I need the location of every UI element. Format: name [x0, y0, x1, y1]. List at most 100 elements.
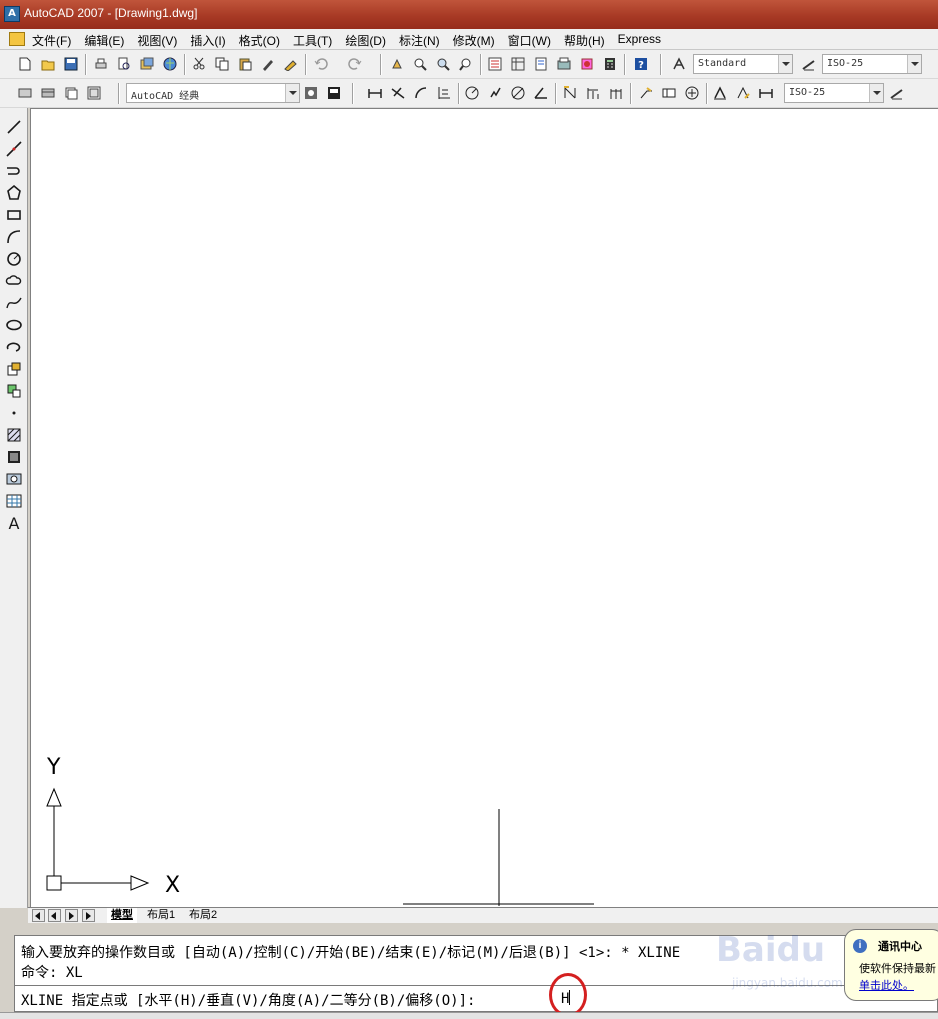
- dimension-text-edit-icon[interactable]: [734, 84, 752, 102]
- quick-dimension-icon[interactable]: [561, 84, 579, 102]
- workspace-settings-icon[interactable]: [302, 84, 320, 102]
- zoom-realtime-icon[interactable]: [411, 55, 429, 73]
- communication-center-balloon[interactable]: i 通讯中心 使软件保持最新 单击此处。: [844, 929, 938, 1001]
- polyline-icon[interactable]: [5, 162, 23, 180]
- copy-icon[interactable]: [213, 55, 231, 73]
- zoom-window-icon[interactable]: [434, 55, 452, 73]
- tool-palettes-icon[interactable]: [532, 55, 550, 73]
- markup-set-icon[interactable]: [578, 55, 596, 73]
- menu-window[interactable]: 窗口(W): [508, 32, 558, 49]
- undo-icon[interactable]: [312, 55, 330, 73]
- insert-block-icon[interactable]: [5, 360, 23, 378]
- menu-help[interactable]: 帮助(H): [564, 32, 612, 49]
- region-icon[interactable]: [5, 470, 23, 488]
- gradient-icon[interactable]: [5, 448, 23, 466]
- construction-line-icon[interactable]: [5, 140, 23, 158]
- spline-icon[interactable]: [5, 294, 23, 312]
- quick-leader-icon[interactable]: [637, 84, 655, 102]
- ellipse-icon[interactable]: [5, 316, 23, 334]
- chevron-down-icon[interactable]: [907, 55, 921, 73]
- next-tab-icon[interactable]: [65, 909, 78, 922]
- first-tab-icon[interactable]: [32, 909, 45, 922]
- layer-properties-icon[interactable]: [16, 84, 34, 102]
- layer-icon[interactable]: [39, 84, 57, 102]
- center-mark-icon[interactable]: [683, 84, 701, 102]
- design-center-icon[interactable]: [509, 55, 527, 73]
- tolerance-icon[interactable]: [660, 84, 678, 102]
- publish-web-icon[interactable]: [161, 55, 179, 73]
- publish-icon[interactable]: [138, 55, 156, 73]
- dimension-style-combo[interactable]: ISO-25: [822, 54, 922, 74]
- zoom-previous-icon[interactable]: [457, 55, 475, 73]
- previous-tab-icon[interactable]: [48, 909, 61, 922]
- dimension-style-control[interactable]: ISO-25: [784, 83, 884, 103]
- save-workspace-icon[interactable]: [325, 84, 343, 102]
- autocad-icon[interactable]: A: [4, 6, 20, 22]
- menu-file[interactable]: 文件(F): [32, 32, 78, 49]
- menu-insert[interactable]: 插入(I): [190, 32, 232, 49]
- circle-icon[interactable]: [5, 250, 23, 268]
- drawing-canvas[interactable]: Y X: [30, 108, 938, 907]
- workspace-combo[interactable]: AutoCAD 经典: [126, 83, 300, 103]
- multiline-text-icon[interactable]: A: [5, 514, 23, 533]
- table-icon[interactable]: [5, 492, 23, 510]
- menu-dimension[interactable]: 标注(N): [399, 32, 447, 49]
- polygon-icon[interactable]: [5, 184, 23, 202]
- tab-model[interactable]: 模型: [107, 908, 137, 923]
- chevron-down-icon[interactable]: [285, 84, 299, 102]
- menu-tools[interactable]: 工具(T): [293, 32, 339, 49]
- calculator-icon[interactable]: [601, 55, 619, 73]
- arc-length-icon[interactable]: [412, 84, 430, 102]
- menu-view[interactable]: 视图(V): [137, 32, 184, 49]
- dimension-style-icon[interactable]: [800, 55, 818, 73]
- help-icon[interactable]: ?: [632, 55, 650, 73]
- text-style-combo[interactable]: Standard: [693, 54, 793, 74]
- print-preview-icon[interactable]: [115, 55, 133, 73]
- print-icon[interactable]: [92, 55, 110, 73]
- rectangle-icon[interactable]: [5, 206, 23, 224]
- dimension-edit-icon[interactable]: [711, 84, 729, 102]
- arc-icon[interactable]: [5, 228, 23, 246]
- new-file-icon[interactable]: [16, 55, 34, 73]
- open-file-icon[interactable]: [39, 55, 57, 73]
- menu-express[interactable]: Express: [618, 32, 668, 49]
- balloon-link[interactable]: 单击此处。: [859, 977, 914, 993]
- line-icon[interactable]: [5, 118, 23, 136]
- menu-draw[interactable]: 绘图(D): [345, 32, 393, 49]
- make-block-icon[interactable]: [5, 382, 23, 400]
- aligned-dimension-icon[interactable]: [389, 84, 407, 102]
- revision-cloud-icon[interactable]: [5, 272, 23, 290]
- angular-dimension-icon[interactable]: [532, 84, 550, 102]
- chevron-down-icon[interactable]: [869, 84, 883, 102]
- pan-icon[interactable]: [388, 55, 406, 73]
- linear-dimension-icon[interactable]: [366, 84, 384, 102]
- hatch-icon[interactable]: [5, 426, 23, 444]
- baseline-dimension-icon[interactable]: [584, 84, 602, 102]
- layer-previous-icon[interactable]: [85, 84, 103, 102]
- tab-layout1[interactable]: 布局1: [143, 908, 179, 923]
- match-properties-icon[interactable]: [259, 55, 277, 73]
- redo-icon[interactable]: [346, 55, 364, 73]
- dimension-update-icon[interactable]: [757, 84, 775, 102]
- jogged-dimension-icon[interactable]: [486, 84, 504, 102]
- dimension-style-manager-icon[interactable]: [888, 84, 906, 102]
- ordinate-dimension-icon[interactable]: [435, 84, 453, 102]
- properties-icon[interactable]: [486, 55, 504, 73]
- last-tab-icon[interactable]: [82, 909, 95, 922]
- menu-modify[interactable]: 修改(M): [453, 32, 502, 49]
- ellipse-arc-icon[interactable]: [5, 338, 23, 356]
- paste-icon[interactable]: [236, 55, 254, 73]
- sheet-set-icon[interactable]: [555, 55, 573, 73]
- diameter-dimension-icon[interactable]: [509, 84, 527, 102]
- block-editor-icon[interactable]: [282, 55, 300, 73]
- chevron-down-icon[interactable]: [778, 55, 792, 73]
- radius-dimension-icon[interactable]: [463, 84, 481, 102]
- menu-edit[interactable]: 编辑(E): [84, 32, 131, 49]
- text-style-icon[interactable]: [670, 55, 688, 73]
- continue-dimension-icon[interactable]: [607, 84, 625, 102]
- point-icon[interactable]: [5, 404, 23, 422]
- save-icon[interactable]: [62, 55, 80, 73]
- cut-icon[interactable]: [190, 55, 208, 73]
- document-icon[interactable]: [9, 32, 25, 46]
- layer-states-icon[interactable]: [62, 84, 80, 102]
